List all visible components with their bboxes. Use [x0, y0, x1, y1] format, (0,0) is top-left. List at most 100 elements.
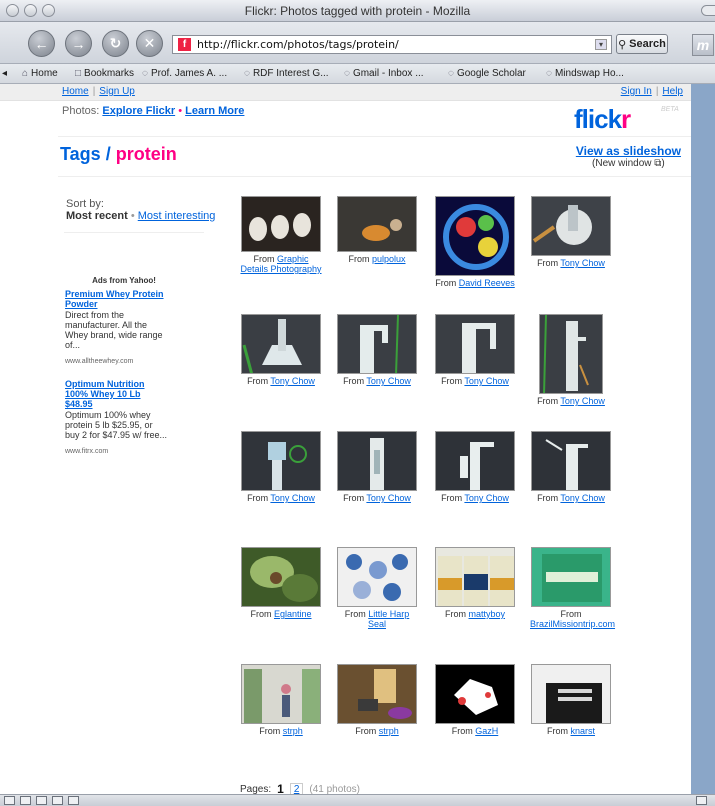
photo-author-link[interactable]: David Reeves: [459, 278, 515, 288]
reload-icon[interactable]: ↻: [102, 30, 129, 57]
search-button[interactable]: ⚲ Search: [616, 34, 668, 54]
bookmark-gmail[interactable]: ◌ Gmail - Inbox ...: [344, 68, 424, 79]
signup-link[interactable]: Sign Up: [99, 86, 135, 97]
photo-item: From knarst: [530, 664, 612, 736]
divider: [58, 136, 691, 137]
photo-thumbnail[interactable]: [539, 314, 603, 394]
stop-icon[interactable]: ✕: [136, 30, 163, 57]
photo-author-link[interactable]: Tony Chow: [270, 376, 315, 386]
mail-icon[interactable]: [20, 796, 31, 805]
sort-most-interesting-link[interactable]: Most interesting: [138, 210, 216, 222]
photo-author-link[interactable]: strph: [379, 726, 399, 736]
bookmark-home[interactable]: ⌂ Home: [22, 68, 58, 79]
photo-thumbnail[interactable]: [337, 664, 417, 724]
photo-count: (41 photos): [309, 783, 360, 795]
bookmark-icon: ◌: [546, 68, 552, 79]
photo-item: From BrazilMissiontrip.com: [530, 547, 615, 629]
search-button-label: Search: [629, 38, 666, 50]
help-link[interactable]: Help: [662, 86, 683, 97]
chat-icon[interactable]: [52, 796, 63, 805]
view-slideshow-link[interactable]: View as slideshow: [576, 144, 681, 158]
photo-author-link[interactable]: Tony Chow: [560, 493, 605, 503]
photo-author-link[interactable]: Tony Chow: [270, 493, 315, 503]
photo-author-link[interactable]: strph: [283, 726, 303, 736]
photo-thumbnail[interactable]: [435, 431, 515, 491]
ad-title-link[interactable]: Optimum Nutrition 100% Whey 10 Lb $48.95: [65, 379, 169, 409]
pages-label: Pages:: [240, 783, 272, 795]
home-link[interactable]: Home: [62, 86, 89, 97]
photo-thumbnail[interactable]: [337, 314, 417, 374]
forward-icon[interactable]: →: [65, 30, 92, 57]
photo-thumbnail[interactable]: [435, 196, 515, 276]
photo-item: From pulpolux: [336, 196, 418, 264]
photo-thumbnail[interactable]: [531, 664, 611, 724]
photo-thumbnail[interactable]: [531, 431, 611, 491]
bookmark-mindswap[interactable]: ◌ Mindswap Ho...: [546, 68, 624, 79]
url-dropdown-icon[interactable]: ▾: [595, 39, 607, 50]
photo-thumbnail[interactable]: [241, 314, 321, 374]
bookmarks-overflow-icon[interactable]: ◂: [2, 68, 7, 79]
bookmark-prof-james[interactable]: ◌ Prof. James A. ...: [142, 68, 227, 79]
bookmark-icon: ◌: [244, 68, 250, 79]
photo-thumbnail[interactable]: [531, 547, 611, 607]
photo-thumbnail[interactable]: [241, 431, 321, 491]
bookmark-rdf[interactable]: ◌ RDF Interest G...: [244, 68, 329, 79]
mozilla-logo-icon: m: [692, 34, 714, 56]
photo-author-link[interactable]: Tony Chow: [560, 396, 605, 406]
tags-link[interactable]: Tags: [60, 144, 101, 164]
photo-author-link[interactable]: pulpolux: [372, 254, 406, 264]
photo-item: From Tony Chow: [336, 431, 418, 503]
bookmark-google-scholar[interactable]: ◌ Google Scholar: [448, 68, 526, 79]
navigator-icon[interactable]: [4, 796, 15, 805]
photo-thumbnail[interactable]: [241, 664, 321, 724]
address-book-icon[interactable]: [68, 796, 79, 805]
photo-author-link[interactable]: mattyboy: [469, 609, 506, 619]
photo-thumbnail[interactable]: [435, 314, 515, 374]
security-lock-icon[interactable]: [696, 796, 707, 805]
sort-controls: Sort by: Most recent • Most interesting: [66, 198, 216, 222]
photo-author-link[interactable]: BrazilMissiontrip.com: [530, 619, 615, 629]
photo-thumbnail[interactable]: [337, 431, 417, 491]
bookmark-icon: ◌: [344, 68, 350, 79]
explore-flickr-link[interactable]: Explore Flickr: [102, 105, 175, 117]
toolbar-toggle-icon[interactable]: [701, 5, 715, 16]
photo-item: From Tony Chow: [434, 431, 516, 503]
photo-thumbnail[interactable]: [337, 547, 417, 607]
photo-author-link[interactable]: Tony Chow: [560, 258, 605, 268]
photo-author-link[interactable]: Eglantine: [274, 609, 312, 619]
photo-item: From mattyboy: [434, 547, 516, 619]
photo-thumbnail[interactable]: [241, 547, 321, 607]
back-icon[interactable]: ←: [28, 30, 55, 57]
photo-thumbnail[interactable]: [435, 664, 515, 724]
photo-item: From David Reeves: [434, 196, 516, 288]
bookmark-bookmarks[interactable]: □ Bookmarks: [75, 68, 134, 79]
photo-thumbnail[interactable]: [531, 196, 611, 256]
slideshow-box: View as slideshow (New window ⧉): [576, 144, 681, 169]
photo-item: From Tony Chow: [434, 314, 516, 386]
photo-author-link[interactable]: knarst: [571, 726, 596, 736]
photo-author-link[interactable]: Little Harp Seal: [368, 609, 409, 629]
signin-link[interactable]: Sign In: [621, 86, 652, 97]
page-title: Tags / protein: [60, 144, 177, 165]
photo-author-link[interactable]: Tony Chow: [464, 376, 509, 386]
url-bar[interactable]: f http://flickr.com/photos/tags/protein/…: [172, 35, 612, 54]
photo-thumbnail[interactable]: [337, 196, 417, 252]
photo-author-link[interactable]: Tony Chow: [366, 376, 411, 386]
ad-url: www.alltheewhey.com: [65, 358, 134, 365]
photo-author-link[interactable]: Tony Chow: [366, 493, 411, 503]
flickr-logo[interactable]: flickr: [574, 104, 631, 135]
composer-icon[interactable]: [36, 796, 47, 805]
photo-item: From Tony Chow: [530, 431, 612, 503]
learn-more-link[interactable]: Learn More: [185, 105, 244, 117]
new-window-link[interactable]: (New window ⧉): [576, 158, 681, 169]
photo-thumbnail[interactable]: [435, 547, 515, 607]
photo-author-link[interactable]: GazH: [475, 726, 498, 736]
photo-thumbnail[interactable]: [241, 196, 321, 252]
browser-toolbar: ← → ↻ ✕ f http://flickr.com/photos/tags/…: [0, 22, 715, 64]
sort-most-recent: Most recent: [66, 210, 128, 222]
folder-icon: □: [75, 68, 82, 79]
site-favicon-icon: f: [178, 38, 191, 51]
url-text[interactable]: http://flickr.com/photos/tags/protein/: [197, 38, 399, 51]
ad-title-link[interactable]: Premium Whey Protein Powder: [65, 289, 169, 309]
photo-author-link[interactable]: Tony Chow: [464, 493, 509, 503]
